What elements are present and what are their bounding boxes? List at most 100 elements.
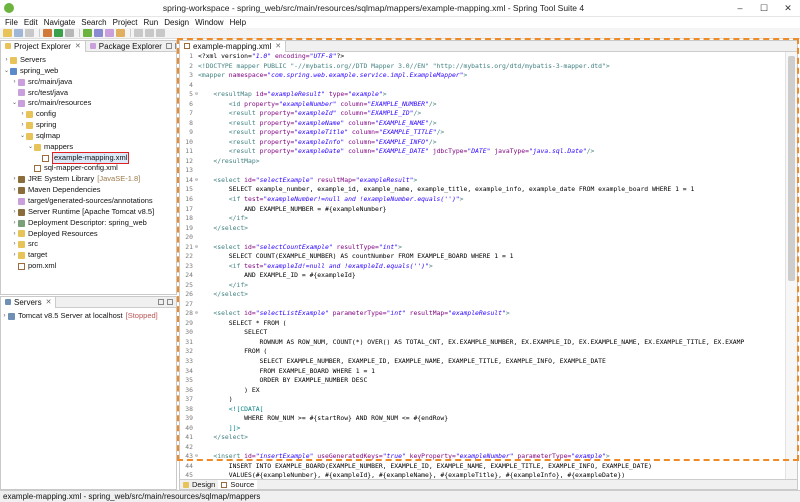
forward-icon[interactable] — [156, 29, 165, 37]
code-token: </select> — [198, 223, 249, 232]
new-package-icon[interactable] — [105, 29, 114, 37]
chevron-down-icon[interactable]: ⌄ — [11, 98, 18, 109]
chevron-right-icon[interactable]: › — [3, 55, 10, 66]
chevron-right-icon[interactable]: › — [11, 174, 18, 185]
tree-item[interactable]: › Deployment Descriptor: spring_web — [1, 218, 176, 229]
scrollbar-thumb[interactable] — [788, 56, 795, 281]
maximize-view-icon[interactable] — [174, 43, 176, 49]
menu-design[interactable]: Design — [161, 18, 192, 27]
tree-item[interactable]: › JRE System Library [JavaSE-1.8] — [1, 174, 176, 185]
new-icon[interactable] — [3, 29, 12, 37]
line-number: 16 — [185, 194, 193, 203]
minimize-button[interactable]: – — [728, 0, 752, 17]
chevron-right-icon[interactable]: › — [11, 218, 18, 229]
code-token: "EXAMPLE_TITLE" — [378, 128, 437, 137]
maximize-view-icon[interactable] — [167, 299, 173, 305]
tree-item[interactable]: › src/main/java — [1, 77, 176, 88]
spring-boot-dashboard-icon[interactable] — [83, 29, 92, 37]
tree-item[interactable]: › Servers — [1, 55, 176, 66]
chevron-right-icon[interactable]: › — [11, 250, 18, 261]
chevron-down-icon[interactable]: ⌄ — [27, 142, 34, 153]
chevron-down-icon[interactable]: ⌄ — [19, 131, 26, 142]
close-icon[interactable]: ✕ — [75, 41, 81, 52]
tree-item[interactable]: sql-mapper-config.xml — [1, 163, 176, 174]
menu-run[interactable]: Run — [141, 18, 162, 27]
tree-item-label: Servers — [20, 55, 46, 64]
chevron-right-icon[interactable]: › — [19, 120, 26, 131]
tree-item[interactable]: ⌄ spring_web — [1, 66, 176, 77]
minimize-view-icon[interactable] — [165, 43, 172, 49]
menu-file[interactable]: File — [2, 18, 21, 27]
close-icon[interactable]: ✕ — [46, 297, 52, 308]
tab-servers[interactable]: Servers ✕ — [1, 297, 57, 308]
tree-item[interactable]: › config — [1, 109, 176, 120]
line-number: 42 — [185, 442, 193, 451]
chevron-down-icon[interactable]: ⌄ — [3, 66, 10, 77]
code-token: property= — [244, 99, 279, 108]
menu-edit[interactable]: Edit — [21, 18, 41, 27]
menu-help[interactable]: Help — [227, 18, 249, 27]
open-type-icon[interactable] — [116, 29, 125, 37]
line-number: 10 — [185, 137, 193, 146]
code-line: 28 ⊖ <select id= "selectListExample" param… — [180, 309, 786, 319]
tab-project-explorer[interactable]: Project Explorer ✕ — [1, 41, 86, 52]
save-icon[interactable] — [14, 29, 23, 37]
line-number: 28 — [185, 309, 193, 318]
run-icon[interactable] — [54, 29, 63, 37]
external-tools-icon[interactable] — [65, 29, 74, 37]
project-tree: › Servers ⌄ spring_web › src/main/java src/tes… — [1, 52, 176, 272]
tree-item[interactable]: › Deployed Resources — [1, 229, 176, 240]
code-area[interactable]: 1 <?xml version= "1.0" encoding= "UTF-8" ?> 2… — [180, 52, 786, 480]
tree-item[interactable]: target/generated-sources/annotations — [1, 196, 176, 207]
chevron-right-icon[interactable]: › — [1, 311, 8, 322]
tree-item[interactable]: › spring — [1, 120, 176, 131]
tree-item[interactable]: ⌄ sqlmap — [1, 131, 176, 142]
tree-item[interactable]: › target — [1, 250, 176, 261]
menu-window[interactable]: Window — [192, 18, 226, 27]
menu-navigate[interactable]: Navigate — [41, 18, 79, 27]
tree-item[interactable]: › src — [1, 239, 176, 250]
close-icon[interactable]: ✕ — [275, 41, 281, 52]
code-token: "example" — [348, 90, 383, 99]
tree-item[interactable]: › Maven Dependencies — [1, 185, 176, 196]
back-icon[interactable] — [145, 29, 154, 37]
code-token: <?xml version= — [198, 52, 252, 60]
code-token: test= — [244, 194, 264, 203]
code-line: 41 </select> — [180, 433, 786, 443]
save-all-icon[interactable] — [25, 29, 34, 37]
chevron-right-icon[interactable]: › — [19, 109, 26, 120]
chevron-right-icon[interactable]: › — [11, 185, 18, 196]
debug-icon[interactable] — [43, 29, 52, 37]
tree-item[interactable]: src/test/java — [1, 88, 176, 99]
tab-design[interactable]: Design — [180, 480, 218, 489]
code-token: SELECT — [198, 328, 268, 337]
lib-icon — [18, 187, 25, 195]
code-token: ?> — [336, 52, 345, 60]
line-number: 17 — [185, 204, 193, 213]
line-number: 26 — [185, 290, 193, 299]
tree-item[interactable]: › Server Runtime [Apache Tomcat v8.5] — [1, 207, 176, 218]
line-number: 35 — [185, 376, 193, 385]
menu-project[interactable]: Project — [110, 18, 141, 27]
chevron-right-icon[interactable]: › — [11, 207, 18, 218]
chevron-right-icon[interactable]: › — [11, 77, 18, 88]
vertical-scrollbar[interactable] — [785, 52, 797, 480]
maximize-button[interactable]: ☐ — [752, 0, 776, 17]
minimize-view-icon[interactable] — [158, 299, 164, 305]
code-token: > — [505, 309, 510, 318]
tree-item[interactable]: ⌄ src/main/resources — [1, 98, 176, 109]
server-item-tomcat[interactable]: › Tomcat v8.5 Server at localhost [Stopp… — [1, 311, 176, 322]
new-java-class-icon[interactable] — [94, 29, 103, 37]
tab-example-mapping-xml[interactable]: example-mapping.xml ✕ — [180, 41, 287, 52]
chevron-right-icon[interactable]: › — [11, 229, 18, 240]
tab-package-explorer[interactable]: Package Explorer — [86, 41, 166, 52]
tree-item[interactable]: example-mapping.xml — [1, 151, 176, 165]
chevron-right-icon[interactable]: › — [11, 239, 18, 250]
close-button[interactable]: ✕ — [776, 0, 800, 17]
tree-item[interactable]: pom.xml — [1, 261, 176, 272]
tab-source[interactable]: Source — [218, 480, 258, 489]
line-number: 11 — [185, 147, 193, 156]
tree-item-label: target/generated-sources/annotations — [28, 195, 153, 205]
search-icon[interactable] — [134, 29, 143, 37]
menu-search[interactable]: Search — [78, 18, 109, 27]
